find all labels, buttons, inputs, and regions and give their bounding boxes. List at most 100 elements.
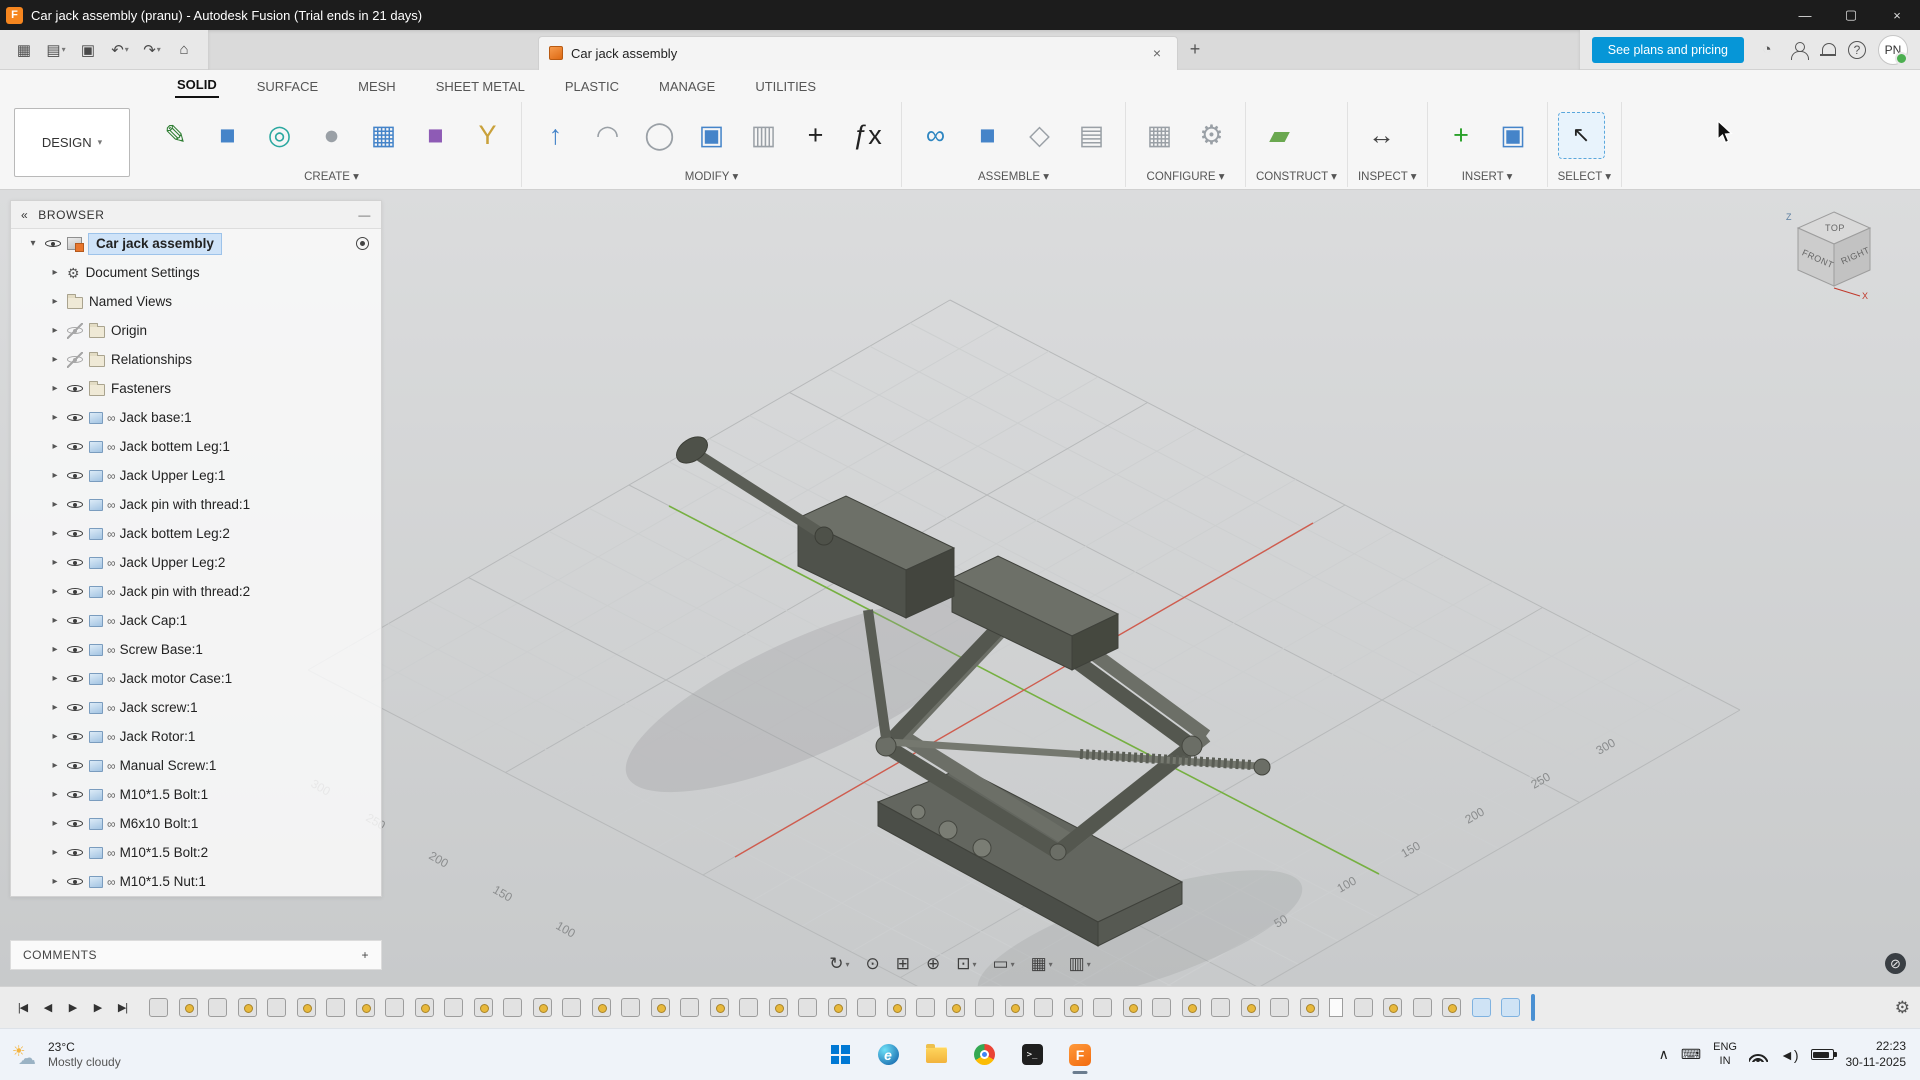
visibility-eye-icon[interactable] bbox=[67, 816, 83, 832]
ribbon-tab-plastic[interactable]: PLASTIC bbox=[563, 75, 621, 98]
revolve-icon[interactable]: ◎ bbox=[256, 112, 303, 159]
timeline-feature-icon[interactable] bbox=[1182, 998, 1201, 1017]
browser-item[interactable]: ▸∞Jack pin with thread:1 bbox=[11, 490, 381, 519]
close-button[interactable]: × bbox=[1874, 0, 1920, 30]
timeline-marker-icon[interactable] bbox=[1329, 998, 1343, 1017]
clock[interactable]: 22:23 30-11-2025 bbox=[1846, 1039, 1907, 1070]
timeline-feature-icon[interactable] bbox=[651, 998, 670, 1017]
configuration-settings-icon[interactable]: ⚙ bbox=[1188, 112, 1235, 159]
visibility-eye-icon[interactable] bbox=[67, 845, 83, 861]
browser-item[interactable]: ▸∞Manual Screw:1 bbox=[11, 751, 381, 780]
timeline-settings-icon[interactable]: ⚙ bbox=[1885, 998, 1910, 1018]
visibility-eye-icon[interactable] bbox=[67, 787, 83, 803]
timeline-feature-icon[interactable] bbox=[1064, 998, 1083, 1017]
ribbon-group-label[interactable]: SELECT ▾ bbox=[1558, 166, 1612, 183]
ribbon-tab-surface[interactable]: SURFACE bbox=[255, 75, 320, 98]
expand-arrow-icon[interactable]: ▸ bbox=[49, 702, 61, 713]
browser-item[interactable]: ▸∞M10*1.5 Bolt:1 bbox=[11, 780, 381, 809]
touch-keyboard-icon[interactable]: ⌨ bbox=[1681, 1046, 1701, 1063]
terminal-icon[interactable]: >_ bbox=[1012, 1035, 1052, 1075]
timeline-feature-icon[interactable] bbox=[179, 998, 198, 1017]
move-copy-icon[interactable]: + bbox=[792, 112, 839, 159]
visibility-eye-icon[interactable] bbox=[67, 613, 83, 629]
display-settings-icon[interactable]: ▭▾ bbox=[993, 954, 1015, 974]
timeline-feature-icon[interactable] bbox=[474, 998, 493, 1017]
expand-arrow-icon[interactable]: ▸ bbox=[49, 557, 61, 568]
fusion-icon[interactable]: F bbox=[1060, 1035, 1100, 1075]
minimize-panel-icon[interactable]: — bbox=[358, 208, 371, 222]
expand-arrow-icon[interactable]: ▸ bbox=[49, 789, 61, 800]
browser-item[interactable]: ▸Origin bbox=[11, 316, 381, 345]
pipe-icon[interactable]: Y bbox=[464, 112, 511, 159]
profile-icon[interactable] bbox=[1790, 41, 1808, 59]
configure-table-icon[interactable]: ▦ bbox=[1136, 112, 1183, 159]
expand-arrow-icon[interactable]: ▸ bbox=[49, 383, 61, 394]
timeline-feature-icon[interactable] bbox=[1034, 998, 1053, 1017]
insert-image-icon[interactable]: ▣ bbox=[1490, 112, 1537, 159]
timeline-feature-icon[interactable] bbox=[1413, 998, 1432, 1017]
new-tab-button[interactable]: + bbox=[1178, 33, 1212, 67]
joint-icon[interactable]: ∞ bbox=[912, 112, 959, 159]
timeline-feature-icon[interactable] bbox=[710, 998, 729, 1017]
timeline-feature-icon[interactable] bbox=[592, 998, 611, 1017]
visibility-eye-icon[interactable] bbox=[67, 323, 83, 339]
construct-plane-icon[interactable]: ▰ bbox=[1256, 112, 1303, 159]
visibility-eye-icon[interactable] bbox=[67, 468, 83, 484]
viewports-icon[interactable]: ▥▾ bbox=[1069, 954, 1091, 974]
ribbon-group-label[interactable]: CONSTRUCT ▾ bbox=[1256, 166, 1337, 183]
expand-arrow-icon[interactable]: ▾ bbox=[27, 238, 39, 249]
expand-arrow-icon[interactable]: ▸ bbox=[49, 267, 61, 278]
visibility-eye-icon[interactable] bbox=[67, 439, 83, 455]
timeline-feature-icon[interactable] bbox=[208, 998, 227, 1017]
collapse-panel-icon[interactable]: « bbox=[21, 208, 28, 222]
ribbon-tab-solid[interactable]: SOLID bbox=[175, 73, 219, 98]
expand-arrow-icon[interactable]: ▸ bbox=[49, 412, 61, 423]
visibility-eye-icon[interactable] bbox=[67, 410, 83, 426]
app-grid-icon[interactable]: ▦ bbox=[10, 36, 38, 64]
battery-icon[interactable] bbox=[1811, 1049, 1834, 1060]
wifi-icon[interactable] bbox=[1749, 1048, 1768, 1062]
look-at-icon[interactable]: ⊙ bbox=[866, 954, 880, 974]
ribbon-group-label[interactable]: CREATE ▾ bbox=[152, 166, 511, 183]
select-icon[interactable]: ↖ bbox=[1558, 112, 1605, 159]
browser-item[interactable]: ▸Fasteners bbox=[11, 374, 381, 403]
ribbon-group-label[interactable]: INSPECT ▾ bbox=[1358, 166, 1417, 183]
combine-icon[interactable]: ▣ bbox=[688, 112, 735, 159]
visibility-eye-icon[interactable] bbox=[67, 381, 83, 397]
browser-item[interactable]: ▸∞Jack Upper Leg:2 bbox=[11, 548, 381, 577]
browser-item[interactable]: ▸⚙Document Settings bbox=[11, 258, 381, 287]
timeline-feature-icon[interactable] bbox=[267, 998, 286, 1017]
expand-arrow-icon[interactable]: ▸ bbox=[49, 615, 61, 626]
redo-icon[interactable]: ↷▾ bbox=[138, 36, 166, 64]
timeline-feature-icon[interactable] bbox=[1354, 998, 1373, 1017]
browser-item[interactable]: ▸∞M6x10 Bolt:1 bbox=[11, 809, 381, 838]
visibility-eye-icon[interactable] bbox=[45, 236, 61, 252]
extrude-icon[interactable]: ■ bbox=[204, 112, 251, 159]
timeline-feature-icon[interactable] bbox=[1383, 998, 1402, 1017]
timeline-feature-icon[interactable] bbox=[326, 998, 345, 1017]
browser-item[interactable]: ▸∞Jack base:1 bbox=[11, 403, 381, 432]
file-explorer-icon[interactable] bbox=[916, 1035, 956, 1075]
help-icon[interactable]: ? bbox=[1848, 41, 1866, 59]
save-icon[interactable]: ▣ bbox=[74, 36, 102, 64]
browser-item[interactable]: ▸Relationships bbox=[11, 345, 381, 374]
timeline-feature-icon[interactable] bbox=[238, 998, 257, 1017]
visibility-eye-icon[interactable] bbox=[67, 729, 83, 745]
timeline-feature-icon[interactable] bbox=[621, 998, 640, 1017]
zoom-icon[interactable]: ⊕ bbox=[926, 954, 940, 974]
expand-arrow-icon[interactable]: ▸ bbox=[49, 499, 61, 510]
ribbon-group-label[interactable]: CONFIGURE ▾ bbox=[1136, 166, 1235, 183]
comments-panel[interactable]: COMMENTS + bbox=[10, 940, 382, 970]
start-button[interactable] bbox=[820, 1035, 860, 1075]
job-status-icon[interactable]: ◔ bbox=[1756, 39, 1778, 61]
split-body-icon[interactable]: ▥ bbox=[740, 112, 787, 159]
timeline-feature-icon[interactable] bbox=[356, 998, 375, 1017]
step-back-button[interactable]: ◀ bbox=[35, 1001, 60, 1014]
activate-radio[interactable] bbox=[356, 237, 369, 250]
browser-item[interactable]: ▸∞Jack pin with thread:2 bbox=[11, 577, 381, 606]
timeline-feature-icon[interactable] bbox=[415, 998, 434, 1017]
minimize-button[interactable]: — bbox=[1782, 0, 1828, 30]
volume-icon[interactable]: ◄) bbox=[1780, 1047, 1799, 1063]
timeline-feature-icon[interactable] bbox=[798, 998, 817, 1017]
visibility-eye-icon[interactable] bbox=[67, 497, 83, 513]
